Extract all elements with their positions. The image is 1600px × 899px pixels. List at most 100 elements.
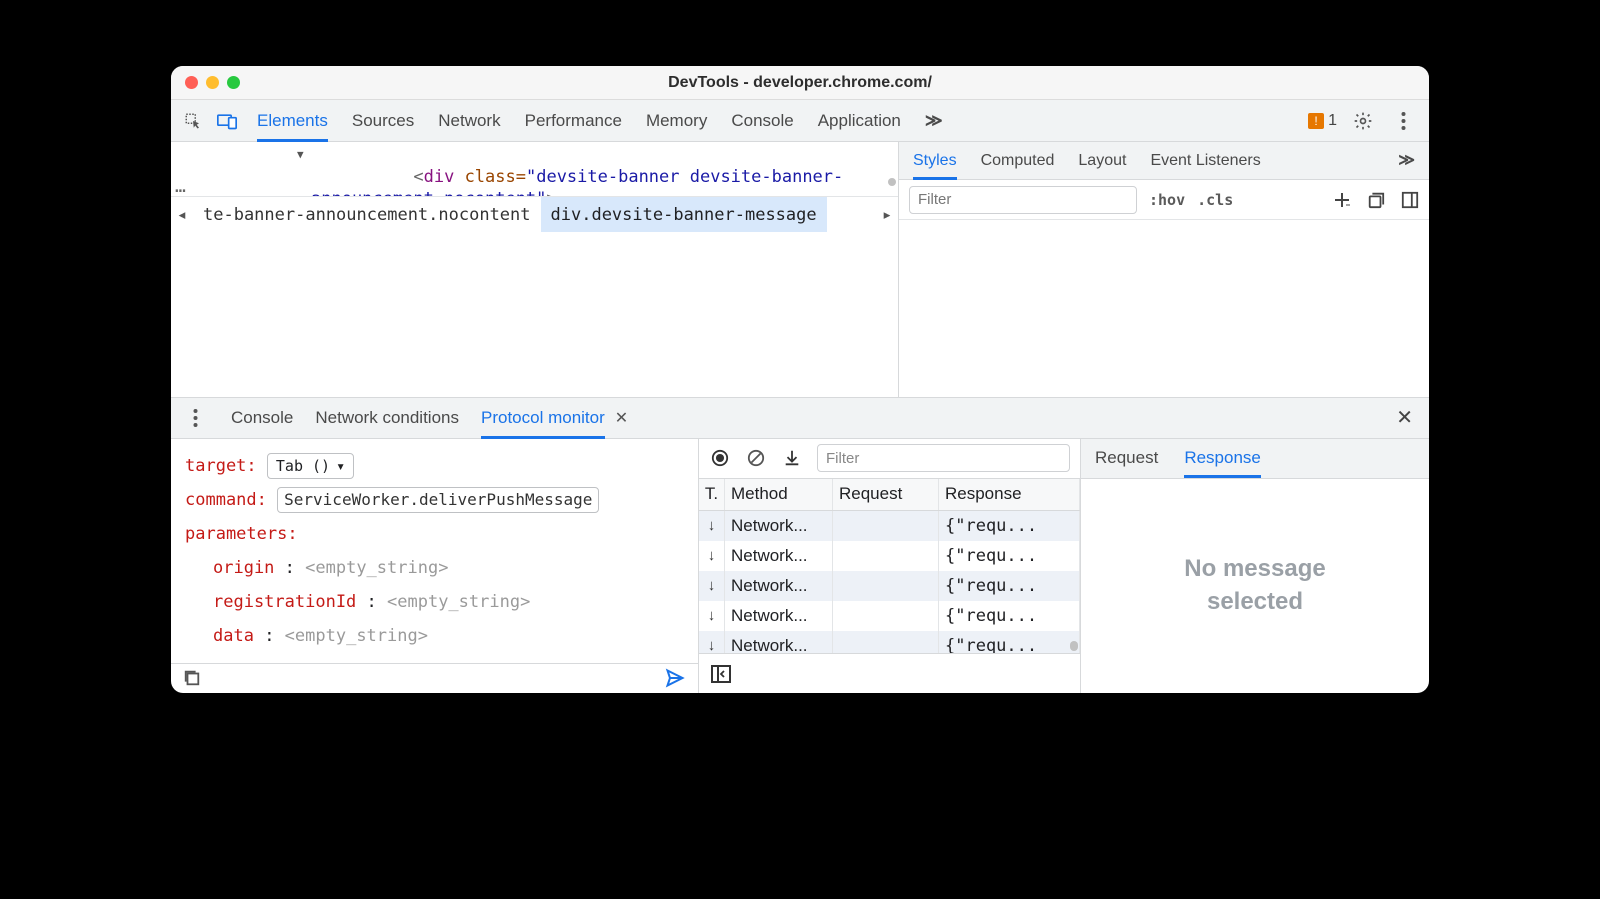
target-label: target: [185, 456, 257, 476]
col-response[interactable]: Response [939, 479, 1080, 510]
breadcrumb-item-selected[interactable]: div.devsite-banner-message [541, 197, 827, 232]
more-tabs-icon[interactable]: ≫ [925, 100, 943, 142]
tab-computed[interactable]: Computed [981, 142, 1055, 180]
scrollbar[interactable] [1070, 513, 1078, 652]
direction-icon: ↓ [699, 631, 725, 654]
breadcrumb: ◂ te-banner-announcement.nocontent div.d… [171, 196, 898, 232]
dom-text: < [413, 167, 423, 187]
empty-state-text: No message selected [1184, 553, 1325, 618]
hov-button[interactable]: :hov [1149, 191, 1185, 209]
close-tab-icon[interactable]: ✕ [615, 408, 628, 428]
window-title: DevTools - developer.chrome.com/ [171, 74, 1429, 92]
cell-response: {"requ... [939, 571, 1080, 601]
new-rule-icon[interactable] [1333, 191, 1351, 209]
detail-tabs: Request Response [1081, 439, 1429, 479]
cell-response: {"requ... [939, 511, 1080, 541]
tab-elements[interactable]: Elements [257, 100, 328, 142]
drawer-tab-protocol-monitor[interactable]: Protocol monitor [481, 397, 605, 439]
protocol-table: T. Method Request Response ↓Network...{"… [699, 479, 1080, 654]
table-row[interactable]: ↓Network...{"requ... [699, 511, 1080, 541]
close-drawer-icon[interactable]: ✕ [1396, 405, 1419, 430]
kebab-icon[interactable] [1389, 107, 1417, 135]
protocol-filter-input[interactable]: Filter [817, 444, 1070, 472]
param-value[interactable]: <empty_string> [285, 626, 428, 646]
tab-styles[interactable]: Styles [913, 142, 957, 180]
gear-icon[interactable] [1349, 107, 1377, 135]
param-value[interactable]: <empty_string> [305, 558, 448, 578]
styles-filter-input[interactable]: Filter [909, 186, 1137, 214]
tab-console[interactable]: Console [731, 100, 793, 142]
scroll-left-icon[interactable]: ◂ [171, 205, 193, 225]
cell-request [833, 601, 939, 631]
copy-icon[interactable] [183, 669, 201, 687]
detail-tab-request[interactable]: Request [1095, 438, 1158, 478]
cell-response: {"requ... [939, 601, 1080, 631]
cell-response: {"requ... [939, 631, 1080, 654]
panel-layout-icon[interactable] [1401, 191, 1419, 209]
protocol-toolbar: Filter [699, 439, 1080, 479]
cell-request [833, 511, 939, 541]
col-request[interactable]: Request [833, 479, 939, 510]
drawer-body: target: Tab ()▾ command: ServiceWorker.d… [171, 439, 1429, 694]
target-select[interactable]: Tab ()▾ [267, 453, 354, 479]
device-toolbar-icon[interactable] [213, 107, 241, 135]
send-icon[interactable] [664, 668, 686, 688]
copy-styles-icon[interactable] [1367, 191, 1385, 209]
param-name: origin [213, 558, 274, 578]
tab-memory[interactable]: Memory [646, 100, 707, 142]
protocol-footer [171, 663, 698, 694]
detail-tab-response[interactable]: Response [1184, 438, 1261, 478]
truncation-icon: … [175, 176, 186, 196]
param-name: data [213, 626, 254, 646]
drawer-tab-network-conditions[interactable]: Network conditions [315, 397, 459, 439]
dom-attr: "devsite-banner devsite-banner-announcem… [311, 167, 843, 196]
table-row[interactable]: ↓Network...{"requ... [699, 631, 1080, 654]
direction-icon: ↓ [699, 541, 725, 571]
table-header: T. Method Request Response [699, 479, 1080, 511]
table-row[interactable]: ↓Network...{"requ... [699, 571, 1080, 601]
tab-application[interactable]: Application [818, 100, 901, 142]
kebab-icon[interactable] [181, 404, 209, 432]
record-icon[interactable] [709, 447, 731, 469]
direction-icon: ↓ [699, 571, 725, 601]
tab-network[interactable]: Network [438, 100, 500, 142]
tab-sources[interactable]: Sources [352, 100, 414, 142]
toggle-sidebar-icon[interactable] [711, 665, 731, 683]
cls-button[interactable]: .cls [1197, 191, 1233, 209]
param-value[interactable]: <empty_string> [387, 592, 530, 612]
cell-request [833, 541, 939, 571]
cell-method: Network... [725, 601, 833, 631]
expand-icon[interactable]: ▼ [297, 144, 304, 166]
protocol-log: Filter T. Method Request Response ↓Netwo… [699, 439, 1081, 694]
toolbar-right: ! 1 [1308, 107, 1421, 135]
tab-event-listeners[interactable]: Event Listeners [1150, 142, 1260, 180]
protocol-command-editor: target: Tab ()▾ command: ServiceWorker.d… [171, 439, 699, 694]
parameters-label: parameters: [185, 524, 298, 544]
inspect-icon[interactable] [179, 107, 207, 135]
main-tabs: Elements Sources Network Performance Mem… [247, 100, 1302, 142]
cell-method: Network... [725, 511, 833, 541]
drawer-tabs: Console Network conditions Protocol moni… [171, 397, 1429, 439]
table-row[interactable]: ↓Network...{"requ... [699, 601, 1080, 631]
more-tabs-icon[interactable]: ≫ [1398, 142, 1415, 180]
download-icon[interactable] [781, 447, 803, 469]
empty-state: No message selected [1081, 479, 1429, 694]
breadcrumb-item[interactable]: te-banner-announcement.nocontent [193, 197, 541, 232]
chevron-down-icon: ▾ [336, 449, 345, 483]
issues-badge[interactable]: ! 1 [1308, 112, 1337, 130]
tab-layout[interactable]: Layout [1078, 142, 1126, 180]
clear-icon[interactable] [745, 447, 767, 469]
table-row[interactable]: ↓Network...{"requ... [699, 541, 1080, 571]
col-method[interactable]: Method [725, 479, 833, 510]
tab-performance[interactable]: Performance [525, 100, 622, 142]
command-input[interactable]: ServiceWorker.deliverPushMessage [277, 487, 599, 513]
scrollbar-thumb[interactable] [888, 178, 896, 186]
param-name: registrationId [213, 592, 356, 612]
cell-method: Network... [725, 541, 833, 571]
col-type[interactable]: T. [699, 479, 725, 510]
drawer-tab-console[interactable]: Console [231, 397, 293, 439]
cell-request [833, 571, 939, 601]
protocol-detail: Request Response No message selected [1081, 439, 1429, 694]
scroll-right-icon[interactable]: ▸ [876, 205, 898, 225]
dom-tree[interactable]: ▼ <div class="devsite-banner devsite-ban… [171, 142, 898, 196]
